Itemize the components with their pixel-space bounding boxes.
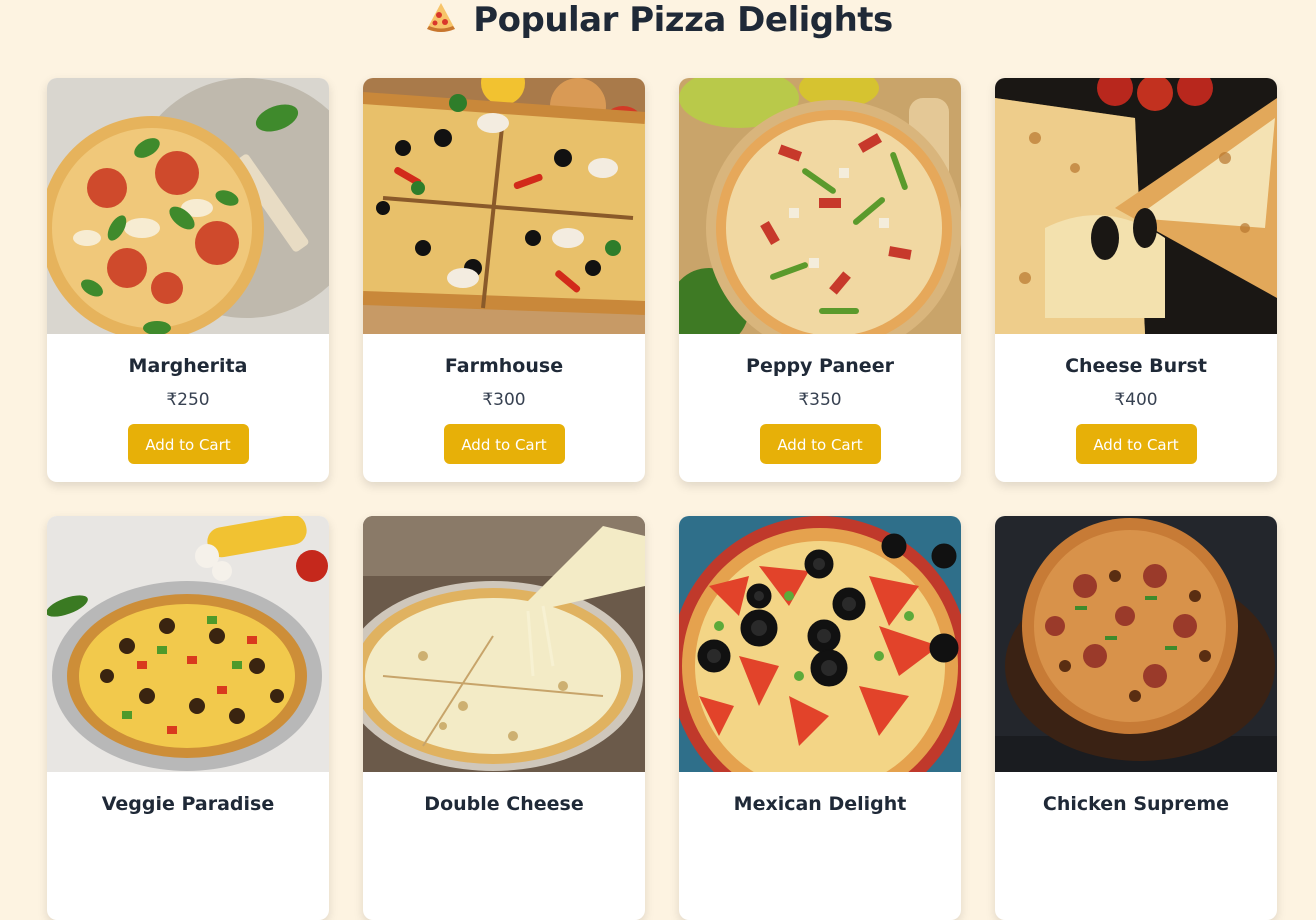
pizza-name: Double Cheese bbox=[424, 793, 584, 815]
pizza-name: Veggie Paradise bbox=[101, 793, 275, 815]
add-to-cart-button[interactable]: Add to Cart bbox=[443, 424, 565, 464]
pizza-image-double-cheese bbox=[363, 516, 645, 772]
pizza-name: Margherita bbox=[128, 355, 248, 377]
pizza-card-chicken-supreme: Chicken Supreme bbox=[995, 516, 1277, 920]
pizza-price: ₹300 bbox=[482, 390, 526, 410]
pizza-icon bbox=[427, 3, 456, 32]
add-to-cart-button[interactable]: Add to Cart bbox=[1075, 424, 1197, 464]
pizza-image-margherita bbox=[47, 78, 329, 334]
pizza-card-peppy-paneer: Peppy Paneer ₹350 Add to Cart bbox=[679, 78, 961, 482]
pizza-card-farmhouse: Farmhouse ₹300 Add to Cart bbox=[363, 78, 645, 482]
pizza-card-double-cheese: Double Cheese bbox=[363, 516, 645, 920]
pizza-image-farmhouse bbox=[363, 78, 645, 334]
pizza-name: Farmhouse bbox=[444, 355, 564, 377]
pizza-image-peppy-paneer bbox=[679, 78, 961, 334]
pizza-price: ₹350 bbox=[798, 390, 842, 410]
pizza-price: ₹250 bbox=[166, 390, 210, 410]
pizza-card-mexican-delight: Mexican Delight bbox=[679, 516, 961, 920]
pizza-name: Chicken Supreme bbox=[1042, 793, 1230, 815]
add-to-cart-button[interactable]: Add to Cart bbox=[759, 424, 881, 464]
pizza-card-cheese-burst: Cheese Burst ₹400 Add to Cart bbox=[995, 78, 1277, 482]
pizza-image-veggie-paradise bbox=[47, 516, 329, 772]
page-title-text: Popular Pizza Delights bbox=[473, 0, 893, 40]
pizza-name: Peppy Paneer bbox=[746, 355, 894, 377]
add-to-cart-button[interactable]: Add to Cart bbox=[127, 424, 249, 464]
pizza-name: Cheese Burst bbox=[1065, 355, 1207, 377]
pizza-image-chicken-supreme bbox=[995, 516, 1277, 772]
pizza-price: ₹400 bbox=[1114, 390, 1158, 410]
pizza-image-cheese-burst bbox=[995, 78, 1277, 334]
page-title: Popular Pizza Delights bbox=[0, 0, 1316, 44]
pizza-card-margherita: Margherita ₹250 Add to Cart bbox=[47, 78, 329, 482]
pizza-image-mexican-delight bbox=[679, 516, 961, 772]
pizza-grid: Margherita ₹250 Add to Cart Farmhouse ₹3… bbox=[47, 78, 1277, 920]
pizza-name: Mexican Delight bbox=[733, 793, 907, 815]
pizza-card-veggie-paradise: Veggie Paradise bbox=[47, 516, 329, 920]
